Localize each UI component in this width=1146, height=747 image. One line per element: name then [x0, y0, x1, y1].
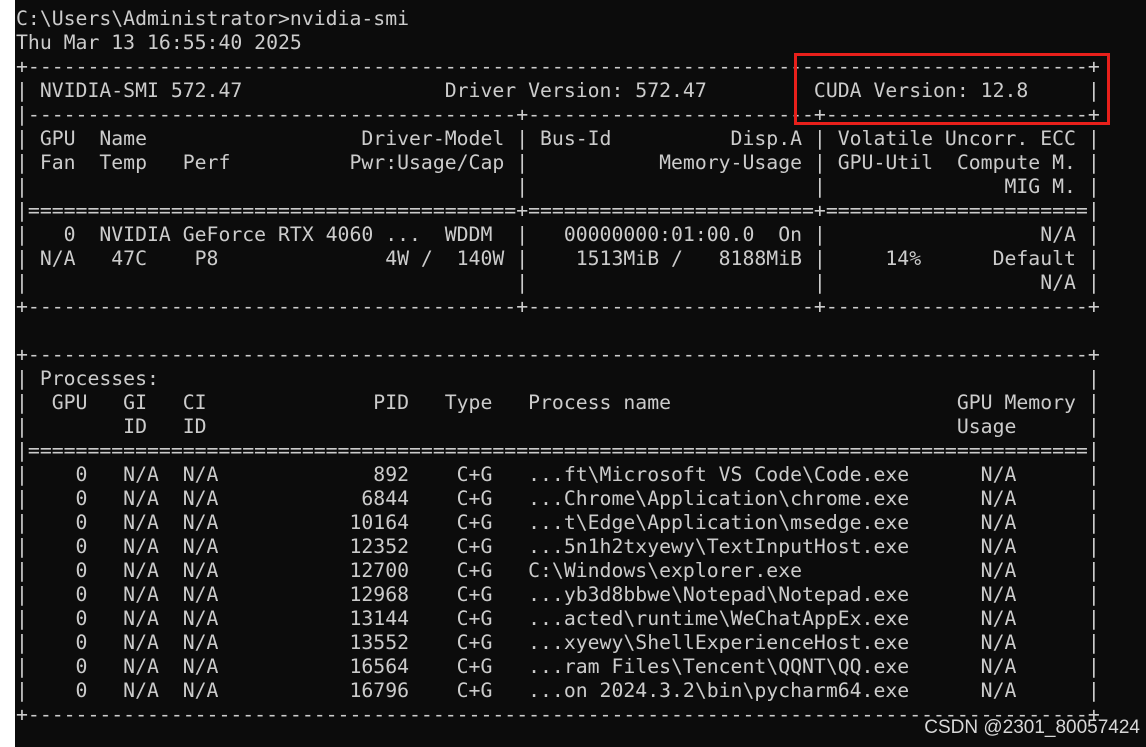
process-row: | 0 N/A N/A 12968 C+G ...yb3d8bbwe\Notep…	[16, 583, 1100, 606]
gpu-table-header-row-3: | | | MIG M. |	[16, 175, 1100, 198]
gpu-table-header-separator: |=======================================…	[16, 199, 1100, 222]
gpu-table-bottom-border: +---------------------------------------…	[16, 295, 1100, 318]
process-table-header-separator: |=======================================…	[16, 439, 1100, 462]
process-row: | 0 N/A N/A 6844 C+G ...Chrome\Applicati…	[16, 487, 1100, 510]
gpu-row-1: | 0 NVIDIA GeForce RTX 4060 ... WDDM | 0…	[16, 223, 1100, 246]
process-row: | 0 N/A N/A 10164 C+G ...t\Edge\Applicat…	[16, 511, 1100, 534]
command-line: C:\Users\Administrator>nvidia-smi	[16, 7, 410, 30]
process-row: | 0 N/A N/A 16796 C+G ...on 2024.3.2\bin…	[16, 679, 1100, 702]
process-table-top-border: +---------------------------------------…	[16, 343, 1100, 366]
watermark: CSDN @2301_80057424	[924, 717, 1140, 738]
process-row: | 0 N/A N/A 12352 C+G ...5n1h2txyewy\Tex…	[16, 535, 1100, 558]
gpu-table-header-row-1: | GPU Name Driver-Model | Bus-Id Disp.A …	[16, 127, 1100, 150]
timestamp-line: Thu Mar 13 16:55:40 2025	[16, 31, 302, 54]
window-left-edge	[0, 0, 15, 747]
process-row: | 0 N/A N/A 13144 C+G ...acted\runtime\W…	[16, 607, 1100, 630]
process-row: | 0 N/A N/A 892 C+G ...ft\Microsoft VS C…	[16, 463, 1100, 486]
process-table-title: | Processes: |	[16, 367, 1100, 390]
process-row: | 0 N/A N/A 13552 C+G ...xyewy\ShellExpe…	[16, 631, 1100, 654]
process-table-header-row-2: | ID ID Usage |	[16, 415, 1100, 438]
process-table-header-row-1: | GPU GI CI PID Type Process name GPU Me…	[16, 391, 1100, 414]
cuda-version-highlight-box	[794, 53, 1110, 125]
gpu-row-3: | | | N/A |	[16, 271, 1100, 294]
process-row: | 0 N/A N/A 12700 C+G C:\Windows\explore…	[16, 559, 1100, 582]
process-row: | 0 N/A N/A 16564 C+G ...ram Files\Tence…	[16, 655, 1100, 678]
gpu-table-header-row-2: | Fan Temp Perf Pwr:Usage/Cap | Memory-U…	[16, 151, 1100, 174]
gpu-row-2: | N/A 47C P8 4W / 140W | 1513MiB / 8188M…	[16, 247, 1100, 270]
